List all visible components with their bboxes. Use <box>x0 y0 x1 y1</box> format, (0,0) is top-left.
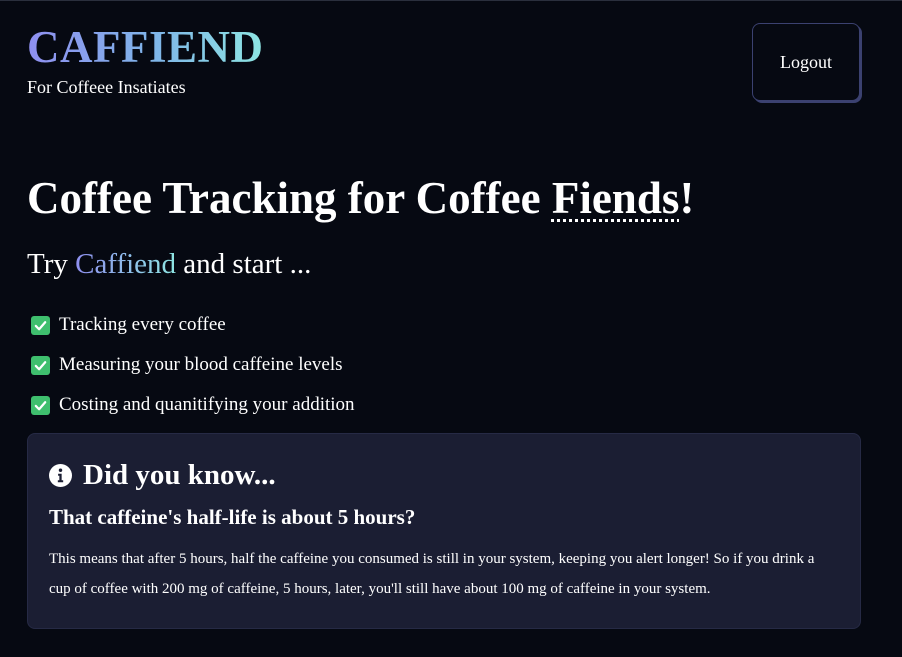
subheading-brand: Caffiend <box>75 248 177 280</box>
card-title: Did you know... <box>83 459 276 491</box>
subheading-suffix: and start ... <box>176 248 312 280</box>
info-icon <box>49 463 72 487</box>
brand: CAFFIEND For Coffeee Insatiates <box>27 21 264 98</box>
hero-heading: Coffee Tracking for Coffee Fiends! <box>27 171 694 225</box>
check-box-icon <box>31 315 50 335</box>
card-body: This means that after 5 hours, half the … <box>49 551 815 597</box>
subheading-prefix: Try <box>27 248 76 280</box>
did-you-know-card: Did you know... That caffeine's half-lif… <box>27 433 861 629</box>
brand-tagline: For Coffeee Insatiates <box>27 77 186 97</box>
fiends-abbreviation[interactable]: Fiends <box>552 173 680 223</box>
feature-label: Measuring your blood caffeine levels <box>59 354 343 375</box>
check-box-icon <box>31 395 50 415</box>
feature-item: Tracking every coffee <box>31 305 355 345</box>
feature-label: Costing and quanitifying your addition <box>59 394 355 415</box>
card-subtitle: That caffeine's half-life is about 5 hou… <box>49 505 416 529</box>
check-box-icon <box>31 355 50 375</box>
feature-label: Tracking every coffee <box>59 314 226 335</box>
hero-subheading: Try Caffiend and start ... <box>27 245 311 283</box>
brand-logo-title[interactable]: CAFFIEND <box>27 21 264 73</box>
card-title-row: Did you know... <box>49 458 839 492</box>
page: CAFFIEND For Coffeee Insatiates Logout C… <box>0 0 902 657</box>
feature-item: Measuring your blood caffeine levels <box>31 345 355 385</box>
feature-list: Tracking every coffee Measuring your blo… <box>31 305 355 425</box>
hero-heading-exclamation: ! <box>679 173 695 223</box>
logout-button[interactable]: Logout <box>752 23 860 101</box>
hero-heading-text: Coffee Tracking for Coffee <box>27 173 552 223</box>
feature-item: Costing and quanitifying your addition <box>31 385 355 425</box>
